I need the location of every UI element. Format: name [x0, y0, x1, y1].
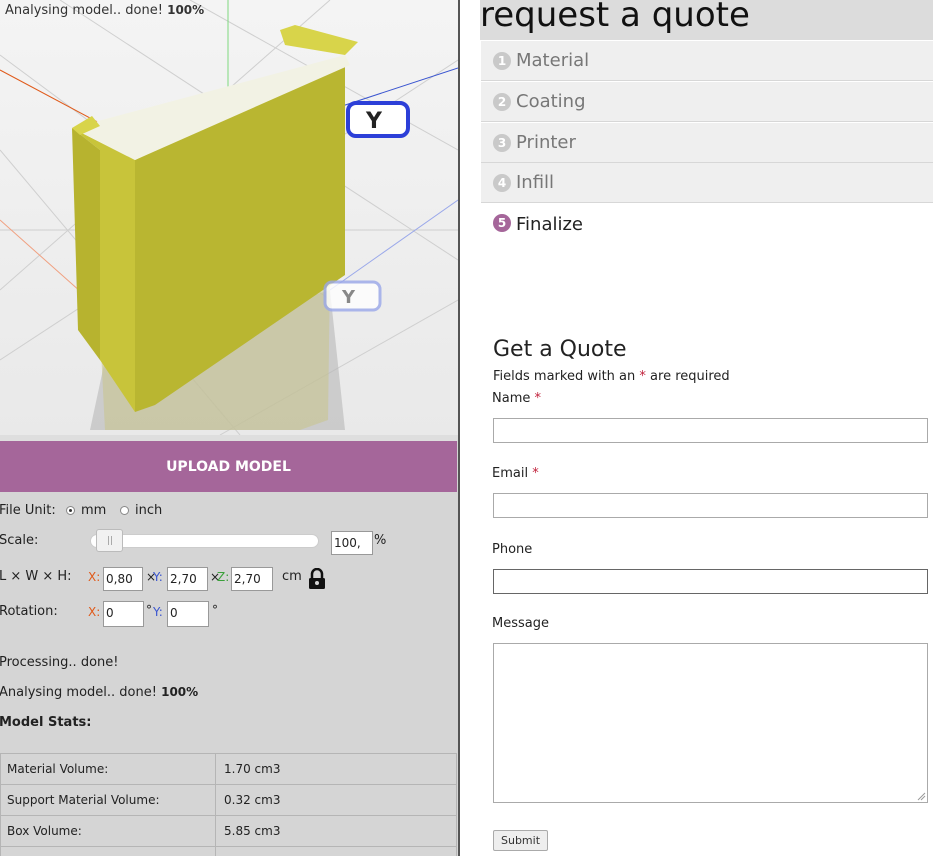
dim-x-input[interactable]: 0,80	[103, 567, 143, 591]
model-panel: Y Y Analysing model.. done! 100% UPLOAD …	[0, 0, 458, 856]
model-stats-heading: Model Stats:	[0, 715, 92, 730]
step-number-badge: 3	[493, 133, 511, 152]
step-label: Infill	[516, 172, 555, 193]
stat-value: 0.32 cm3	[215, 784, 457, 816]
step-finalize[interactable]: 5 Finalize	[481, 204, 933, 244]
submit-button[interactable]: Submit	[493, 830, 548, 851]
table-row: Material Volume: 1.70 cm3	[0, 753, 457, 785]
table-row	[0, 846, 457, 856]
rot-x-degree: °	[146, 603, 152, 617]
rotation-x-input[interactable]: 0	[103, 601, 144, 627]
scale-input[interactable]: 100,	[331, 531, 373, 555]
step-label: Printer	[516, 132, 576, 153]
viewer-status: Analysing model.. done! 100%	[5, 3, 204, 18]
email-label: Email *	[492, 466, 539, 481]
email-field[interactable]	[493, 493, 928, 518]
table-row: Support Material Volume: 0.32 cm3	[0, 784, 457, 816]
step-label: Material	[516, 50, 590, 71]
dim-x-axis-label: X:	[88, 570, 101, 584]
dim-z-axis-label: Z:	[217, 570, 230, 584]
analysing-status: Analysing model.. done! 100%	[0, 685, 198, 700]
stat-value: 5.85 cm3	[215, 815, 457, 847]
file-unit-label: File Unit:	[0, 503, 56, 518]
rot-y-axis-label: Y:	[153, 605, 163, 619]
model-stats-table: Material Volume: 1.70 cm3 Support Materi…	[0, 753, 457, 856]
stat-label: Box Volume:	[0, 815, 216, 847]
stat-label: Support Material Volume:	[0, 784, 216, 816]
scale-label: Scale:	[0, 533, 39, 548]
inch-label: inch	[135, 503, 163, 518]
viewer-status-pct: 100%	[167, 3, 205, 17]
page-title-text: request a quote	[480, 0, 750, 35]
step-number-badge: 4	[493, 173, 511, 192]
rot-x-axis-label: X:	[88, 605, 101, 619]
inch-radio[interactable]	[120, 506, 129, 515]
scale-slider-track[interactable]	[90, 534, 319, 548]
dimensions-label: L × W × H:	[0, 569, 72, 584]
rotation-label: Rotation:	[0, 604, 58, 619]
unit-option-mm[interactable]: mm	[66, 503, 106, 518]
email-label-text: Email	[492, 466, 529, 481]
resize-handle-icon[interactable]	[917, 792, 926, 801]
stat-label: Material Volume:	[0, 753, 216, 785]
rotation-y-input[interactable]: 0	[167, 601, 209, 627]
name-label: Name *	[492, 391, 541, 406]
step-printer[interactable]: 3 Printer	[481, 123, 933, 163]
unit-option-inch[interactable]: inch	[120, 503, 162, 518]
message-label: Message	[492, 616, 549, 631]
dim-y-axis-label: Y:	[153, 570, 163, 584]
phone-field[interactable]	[493, 569, 928, 594]
form-title: Get a Quote	[493, 337, 627, 362]
step-number-badge: 5	[493, 214, 511, 232]
scale-slider-handle[interactable]	[96, 529, 123, 552]
required-star: *	[532, 466, 539, 481]
name-label-text: Name	[492, 391, 531, 406]
page-title: request a quote	[480, 0, 933, 40]
required-note-text-end: are required	[650, 369, 730, 384]
rot-y-degree: °	[212, 603, 218, 617]
step-label: Coating	[516, 91, 586, 112]
y-gizmo-reflection-label: Y	[341, 287, 356, 308]
name-field[interactable]	[493, 418, 928, 443]
mm-label: mm	[81, 503, 107, 518]
stat-value-empty	[215, 846, 457, 856]
phone-label: Phone	[492, 542, 533, 557]
table-row: Box Volume: 5.85 cm3	[0, 815, 457, 847]
required-star: *	[639, 369, 646, 384]
message-field[interactable]	[493, 643, 928, 803]
dim-unit: cm	[282, 569, 302, 584]
analysing-status-text: Analysing model.. done!	[0, 685, 157, 700]
y-gizmo-label: Y	[365, 109, 383, 134]
dim-y-input[interactable]: 2,70	[167, 567, 208, 591]
required-note-text: Fields marked with an	[493, 369, 636, 384]
lock-icon[interactable]	[307, 568, 327, 590]
viewer-status-text: Analysing model.. done!	[5, 3, 163, 18]
scale-unit: %	[374, 533, 387, 548]
processing-status: Processing.. done!	[0, 655, 119, 670]
step-number-badge: 1	[493, 51, 511, 70]
stat-value: 1.70 cm3	[215, 753, 457, 785]
mm-radio[interactable]	[66, 506, 75, 515]
required-note: Fields marked with an * are required	[493, 369, 730, 384]
step-coating[interactable]: 2 Coating	[481, 82, 933, 122]
step-material[interactable]: 1 Material	[481, 41, 933, 81]
step-infill[interactable]: 4 Infill	[481, 163, 933, 203]
stat-label-empty	[0, 846, 216, 856]
analysing-status-pct: 100%	[161, 685, 199, 699]
upload-model-button[interactable]: UPLOAD MODEL	[0, 441, 457, 492]
step-number-badge: 2	[493, 92, 511, 111]
3d-viewport[interactable]: Y Y Analysing model.. done! 100%	[0, 0, 458, 435]
3d-scene[interactable]: Y Y	[0, 0, 458, 435]
dim-z-input[interactable]: 2,70	[231, 567, 273, 591]
required-star: *	[534, 391, 542, 406]
step-label: Finalize	[516, 214, 584, 235]
